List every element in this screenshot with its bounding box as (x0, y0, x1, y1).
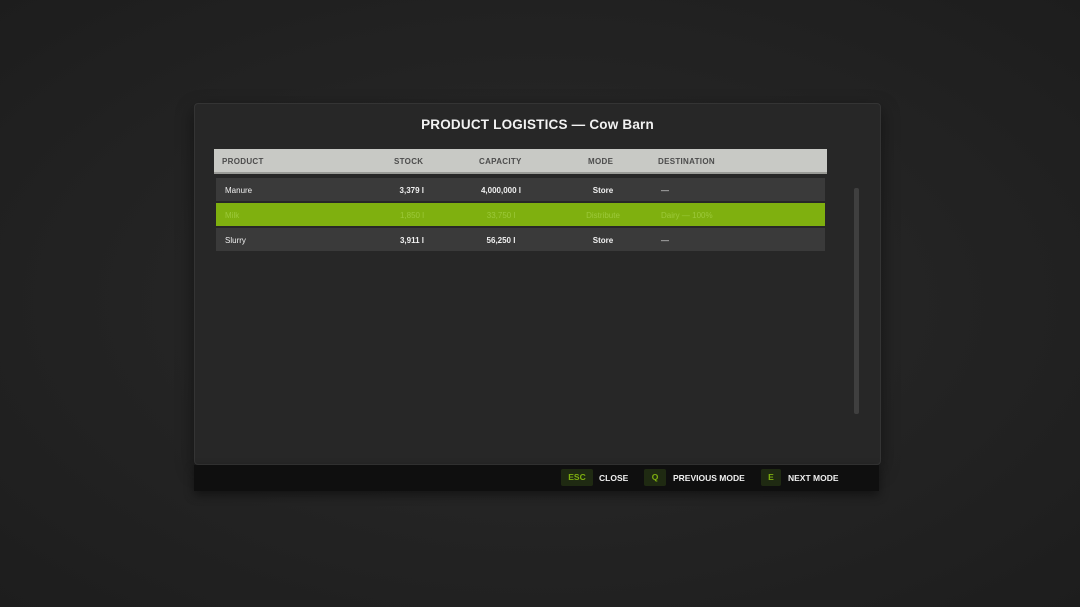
column-header-product: PRODUCT (222, 157, 264, 166)
cell-destination: — (661, 186, 669, 195)
dialog-title: PRODUCT LOGISTICS — Cow Barn (421, 117, 654, 132)
cell-capacity: 56,250 l (486, 236, 516, 245)
cell-product: Manure (225, 186, 253, 195)
footer-action-bar: ESC CLOSE Q PREVIOUS MODE E NEXT MODE (194, 465, 879, 491)
cell-stock: 3,379 l (399, 186, 424, 195)
cell-capacity: 4,000,000 l (480, 186, 522, 195)
cell-stock: 1,850 l (399, 211, 424, 220)
cell-product: Milk (225, 211, 240, 220)
q-key-badge[interactable]: Q (644, 469, 666, 486)
column-header-stock: STOCK (394, 157, 424, 166)
product-logistics-dialog: PRODUCT LOGISTICS — Cow Barn PRODUCT STO… (194, 103, 881, 465)
cell-capacity: 33,750 l (486, 211, 516, 220)
cell-mode: Store (592, 186, 614, 195)
table-header: PRODUCT STOCK CAPACITY MODE DESTINATION (214, 149, 827, 174)
next-mode-button[interactable]: NEXT MODE (788, 473, 839, 483)
column-header-destination: DESTINATION (658, 157, 715, 166)
scrollbar[interactable] (854, 188, 859, 414)
e-key-badge[interactable]: E (761, 469, 781, 486)
column-header-mode: MODE (588, 157, 614, 166)
cell-destination: Dairy — 100% (661, 211, 713, 220)
column-header-capacity: CAPACITY (479, 157, 522, 166)
cell-product: Slurry (225, 236, 246, 245)
table-row-manure[interactable]: Manure 3,379 l 4,000,000 l Store — (216, 178, 825, 201)
cell-destination: — (661, 236, 669, 245)
cell-mode: Store (592, 236, 614, 245)
table-row-milk[interactable]: Milk 1,850 l 33,750 l Distribute Dairy —… (216, 203, 825, 226)
cell-mode: Distribute (586, 211, 620, 220)
esc-key-badge[interactable]: ESC (561, 469, 593, 486)
screen-background: PRODUCT LOGISTICS — Cow Barn PRODUCT STO… (0, 0, 1080, 607)
cell-stock: 3,911 l (399, 236, 424, 245)
table-row-slurry[interactable]: Slurry 3,911 l 56,250 l Store — (216, 228, 825, 251)
close-button[interactable]: CLOSE (599, 473, 628, 483)
previous-mode-button[interactable]: PREVIOUS MODE (673, 473, 745, 483)
